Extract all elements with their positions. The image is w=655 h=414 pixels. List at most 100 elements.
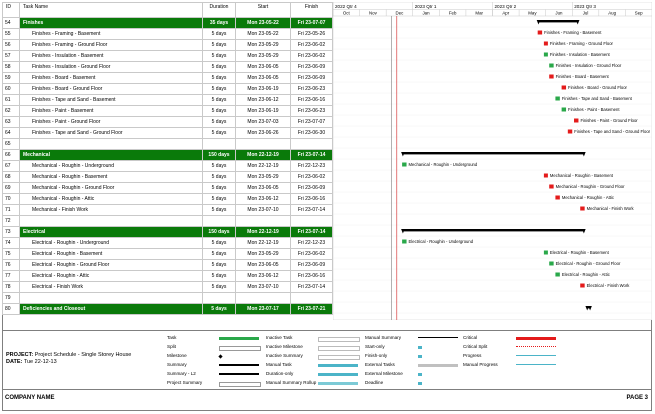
start-date[interactable]: Mon 23-05-29 — [235, 50, 291, 62]
finish-date[interactable]: Fri 23-07-21 — [290, 303, 333, 315]
start-date[interactable]: Mon 23-07-03 — [235, 116, 291, 128]
summary-row[interactable]: 73 Electrical 150 days Mon 22-12-19 Fri 23-0… — [2, 226, 333, 238]
task-name[interactable]: Finishes - Board - Ground Floor — [19, 83, 203, 95]
duration[interactable]: 5 days — [202, 270, 236, 282]
finish-date[interactable]: Fri 23-05-26 — [290, 28, 333, 40]
start-date[interactable]: Mon 23-06-19 — [235, 83, 291, 95]
duration[interactable]: 5 days — [202, 61, 236, 73]
row-id[interactable]: 58 — [2, 61, 20, 73]
task-name[interactable]: Finishes - Paint - Basement — [19, 105, 203, 117]
row-id[interactable]: 59 — [2, 72, 20, 84]
duration[interactable] — [202, 215, 236, 227]
row-id[interactable]: 56 — [2, 39, 20, 51]
finish-date[interactable]: Fri 23-06-23 — [290, 83, 333, 95]
finish-date[interactable]: Fri 23-06-16 — [290, 94, 333, 106]
start-date[interactable]: Mon 23-05-29 — [235, 171, 291, 183]
row-id[interactable]: 74 — [2, 237, 20, 249]
table-row[interactable]: 75 Electrical - Roughin - Basement 5 days M… — [2, 248, 333, 260]
row-id[interactable]: 71 — [2, 204, 20, 216]
finish-date[interactable]: Fri 23-07-07 — [290, 17, 333, 29]
finish-date[interactable]: Fri 23-06-23 — [290, 105, 333, 117]
start-date[interactable]: Mon 23-05-22 — [235, 28, 291, 40]
table-row[interactable]: 67 Mechanical - Roughin - Underground 5 da… — [2, 160, 333, 172]
finish-date[interactable]: Fri 22-12-23 — [290, 160, 333, 172]
finish-date[interactable]: Fri 23-06-02 — [290, 39, 333, 51]
table-row[interactable]: 59 Finishes - Board - Basement 5 days Mon 2… — [2, 72, 333, 84]
finish-date[interactable] — [290, 215, 333, 227]
start-date[interactable]: Mon 23-05-22 — [235, 17, 291, 29]
task-name[interactable] — [19, 138, 203, 150]
finish-date[interactable]: Fri 23-06-02 — [290, 50, 333, 62]
table-row[interactable]: 56 Finishes - Framing - Ground Floor 5 day… — [2, 39, 333, 51]
start-date[interactable]: Mon 23-07-10 — [235, 204, 291, 216]
duration[interactable]: 150 days — [202, 149, 236, 161]
finish-date[interactable]: Fri 23-07-14 — [290, 226, 333, 238]
summary-row[interactable]: 54 Finishes 35 days Mon 23-05-22 Fri 23-07-0… — [2, 17, 333, 29]
row-id[interactable]: 70 — [2, 193, 20, 205]
table-row[interactable]: 72 — [2, 215, 333, 227]
task-name[interactable]: Finishes - Paint - Ground Floor — [19, 116, 203, 128]
task-name[interactable]: Finishes - Framing - Ground Floor — [19, 39, 203, 51]
duration[interactable]: 5 days — [202, 39, 236, 51]
duration[interactable]: 5 days — [202, 28, 236, 40]
task-name[interactable]: Mechanical - Finish Work — [19, 204, 203, 216]
start-date[interactable]: Mon 23-06-12 — [235, 193, 291, 205]
row-id[interactable]: 57 — [2, 50, 20, 62]
row-id[interactable]: 64 — [2, 127, 20, 139]
summary-row[interactable]: 66 Mechanical 150 days Mon 22-12-19 Fri 23-0… — [2, 149, 333, 161]
row-id[interactable]: 79 — [2, 292, 20, 304]
table-row[interactable]: 58 Finishes - Insulation - Ground Floor 5 … — [2, 61, 333, 73]
finish-date[interactable]: Fri 23-07-14 — [290, 281, 333, 293]
duration[interactable]: 5 days — [202, 193, 236, 205]
table-row[interactable]: 78 Electrical - Finish Work 5 days Mon 23-0… — [2, 281, 333, 293]
table-row[interactable]: 60 Finishes - Board - Ground Floor 5 days M… — [2, 83, 333, 95]
start-date[interactable]: Mon 23-06-26 — [235, 127, 291, 139]
duration[interactable]: 5 days — [202, 160, 236, 172]
duration[interactable] — [202, 292, 236, 304]
start-date[interactable]: Mon 23-07-17 — [235, 303, 291, 315]
table-row[interactable]: 55 Finishes - Framing - Basement 5 days Mon… — [2, 28, 333, 40]
duration[interactable]: 150 days — [202, 226, 236, 238]
task-name[interactable]: Electrical - Finish Work — [19, 281, 203, 293]
start-date[interactable]: Mon 22-12-19 — [235, 160, 291, 172]
header-id[interactable]: ID — [2, 2, 20, 18]
finish-date[interactable]: Fri 23-06-30 — [290, 127, 333, 139]
duration[interactable]: 5 days — [202, 171, 236, 183]
table-row[interactable]: 62 Finishes - Paint - Basement 5 days Mon 2… — [2, 105, 333, 117]
row-id[interactable]: 80 — [2, 303, 20, 315]
row-id[interactable]: 73 — [2, 226, 20, 238]
task-name[interactable]: Finishes - Framing - Basement — [19, 28, 203, 40]
start-date[interactable]: Mon 23-06-05 — [235, 72, 291, 84]
start-date[interactable]: Mon 23-06-12 — [235, 270, 291, 282]
duration[interactable] — [202, 138, 236, 150]
duration[interactable]: 5 days — [202, 182, 236, 194]
task-name[interactable]: Mechanical - Roughin - Basement — [19, 171, 203, 183]
table-row[interactable]: 79 — [2, 292, 333, 304]
table-row[interactable]: 61 Finishes - Tape and Sand - Basement 5 d… — [2, 94, 333, 106]
row-id[interactable]: 55 — [2, 28, 20, 40]
start-date[interactable]: Mon 23-05-29 — [235, 248, 291, 260]
duration[interactable]: 5 days — [202, 127, 236, 139]
task-name[interactable]: Finishes - Tape and Sand - Basement — [19, 94, 203, 106]
start-date[interactable]: Mon 22-12-19 — [235, 226, 291, 238]
start-date[interactable]: Mon 23-07-10 — [235, 281, 291, 293]
finish-date[interactable]: Fri 22-12-23 — [290, 237, 333, 249]
finish-date[interactable]: Fri 23-06-09 — [290, 61, 333, 73]
start-date[interactable] — [235, 292, 291, 304]
row-id[interactable]: 54 — [2, 17, 20, 29]
finish-date[interactable]: Fri 23-06-09 — [290, 72, 333, 84]
row-id[interactable]: 66 — [2, 149, 20, 161]
task-name[interactable]: Deficiencies and Closeout — [19, 303, 203, 315]
row-id[interactable]: 69 — [2, 182, 20, 194]
row-id[interactable]: 78 — [2, 281, 20, 293]
finish-date[interactable]: Fri 23-06-16 — [290, 193, 333, 205]
task-name[interactable]: Electrical - Roughin - Basement — [19, 248, 203, 260]
row-id[interactable]: 75 — [2, 248, 20, 260]
task-name[interactable]: Electrical — [19, 226, 203, 238]
finish-date[interactable]: Fri 23-06-09 — [290, 182, 333, 194]
table-row[interactable]: 65 — [2, 138, 333, 150]
task-name[interactable]: Finishes - Insulation - Basement — [19, 50, 203, 62]
table-row[interactable]: 68 Mechanical - Roughin - Basement 5 days M… — [2, 171, 333, 183]
task-name[interactable]: Finishes — [19, 17, 203, 29]
row-id[interactable]: 60 — [2, 83, 20, 95]
